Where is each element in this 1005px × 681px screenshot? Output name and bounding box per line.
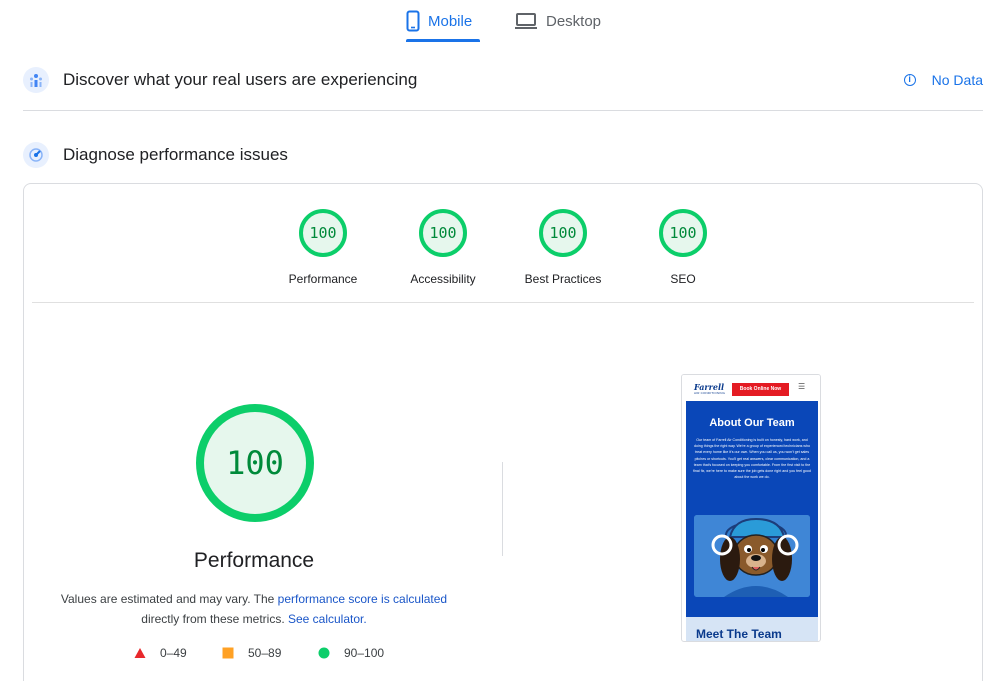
preview-hero: About Our Team Our team of Farrell Air C… bbox=[686, 401, 818, 617]
legend-fail: 0–49 bbox=[134, 646, 187, 660]
gauge-accessibility[interactable]: 100 Accessibility bbox=[383, 208, 503, 286]
desc-text-1: Values are estimated and may vary. The bbox=[60, 592, 278, 606]
tab-desktop-label: Desktop bbox=[546, 12, 602, 30]
section-divider bbox=[23, 110, 983, 111]
gauge-value: 100 bbox=[669, 224, 697, 242]
field-data-title: Discover what your real users are experi… bbox=[63, 70, 418, 89]
lab-data-header: Diagnose performance issues bbox=[23, 140, 983, 170]
gauge-label: Best Practices bbox=[524, 272, 602, 286]
gauge-label: Accessibility bbox=[410, 272, 476, 286]
gauge-value: 100 bbox=[549, 224, 577, 242]
preview-heading: About Our Team bbox=[709, 417, 795, 429]
preview-body: Our team of Farrell Air Conditioning is … bbox=[693, 438, 811, 480]
score-gauges: 100 Performance 100 Accessibility 100 Be… bbox=[24, 208, 982, 288]
users-chart-icon bbox=[23, 67, 49, 93]
gauge-value: 100 bbox=[309, 224, 337, 242]
score-calculated-link[interactable]: performance score is calculated bbox=[278, 592, 447, 606]
main-score-value: 100 bbox=[226, 444, 284, 482]
gauge-label: SEO bbox=[670, 272, 696, 286]
no-data-label: No Data bbox=[931, 72, 983, 88]
preview-next-heading: Meet The Team bbox=[696, 627, 782, 641]
field-data-header: Discover what your real users are experi… bbox=[23, 65, 983, 95]
score-legend: 0–49 50–89 90–100 bbox=[134, 646, 394, 666]
preview-next-section: Meet The Team bbox=[686, 617, 818, 641]
gauge-value: 100 bbox=[429, 224, 457, 242]
phone-icon bbox=[406, 10, 420, 32]
diagnose-icon bbox=[23, 142, 49, 168]
gauge-best-practices[interactable]: 100 Best Practices bbox=[503, 208, 623, 286]
lab-data-title: Diagnose performance issues bbox=[63, 145, 288, 164]
legend-fail-range: 0–49 bbox=[160, 646, 187, 660]
gauge-seo[interactable]: 100 SEO bbox=[623, 208, 743, 286]
legend-average: 50–89 bbox=[222, 646, 281, 660]
legend-average-range: 50–89 bbox=[248, 646, 282, 660]
vertical-divider bbox=[502, 462, 503, 556]
square-icon bbox=[222, 647, 234, 659]
preview-cta-button: Book Online Now bbox=[732, 383, 789, 396]
lab-report-card: 100 Performance 100 Accessibility 100 Be… bbox=[23, 183, 983, 681]
page-screenshot-preview[interactable]: Farrell AIR CONDITIONING Book Online Now… bbox=[681, 374, 821, 642]
tab-desktop[interactable]: Desktop bbox=[514, 0, 614, 42]
tab-mobile-label: Mobile bbox=[428, 12, 473, 30]
preview-header: Farrell AIR CONDITIONING Book Online Now… bbox=[682, 375, 820, 401]
main-score-label: Performance bbox=[193, 549, 315, 572]
desc-text-2: directly from these metrics. bbox=[141, 612, 288, 626]
triangle-icon bbox=[134, 648, 146, 658]
active-tab-indicator bbox=[406, 39, 480, 42]
legend-pass-range: 90–100 bbox=[344, 646, 385, 660]
info-icon: i bbox=[903, 74, 916, 86]
hamburger-icon: ☰ bbox=[798, 382, 806, 391]
card-divider bbox=[32, 302, 974, 303]
score-description: Values are estimated and may vary. The p… bbox=[54, 589, 454, 629]
circle-icon bbox=[318, 647, 330, 659]
mascot-dog-image bbox=[694, 515, 810, 597]
gauge-performance[interactable]: 100 Performance bbox=[263, 208, 383, 286]
preview-logo-sub: AIR CONDITIONING bbox=[694, 391, 726, 395]
legend-pass: 90–100 bbox=[318, 646, 384, 660]
no-data-link[interactable]: i No Data bbox=[903, 72, 983, 88]
performance-main-gauge: 100 bbox=[194, 402, 316, 524]
tab-mobile[interactable]: Mobile bbox=[406, 0, 480, 42]
device-tabs: Mobile Desktop bbox=[0, 0, 1005, 44]
gauge-label: Performance bbox=[288, 272, 358, 286]
laptop-icon bbox=[515, 13, 537, 29]
see-calculator-link[interactable]: See calculator. bbox=[288, 612, 367, 626]
